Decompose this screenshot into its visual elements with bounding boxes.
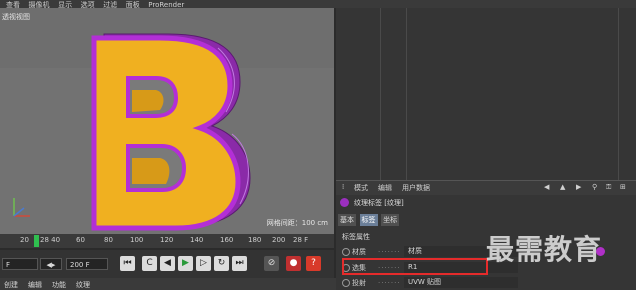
attr-menu-mode[interactable]: 模式 <box>354 183 368 193</box>
start-frame-field[interactable]: F <box>2 258 38 270</box>
bottom-menu-bar: 创建 编辑 功能 纹理 <box>0 278 336 290</box>
tab-coordinates[interactable]: 坐标 <box>381 214 400 226</box>
row-projection: 投射 ....... UVW 贴图 <box>338 277 634 289</box>
top-menu-bar: 查看 摄像机 显示 选项 过滤 面板 ProRender <box>0 0 636 9</box>
tag-title: 纹理标签 [纹理] <box>354 199 404 207</box>
panel-divider <box>380 8 381 180</box>
forward-arrow-icon[interactable]: ▶ <box>576 183 581 191</box>
timeline-tick: 60 <box>76 236 85 244</box>
prev-key-icon[interactable]: C <box>142 256 157 271</box>
material-sphere-icon <box>340 198 349 207</box>
attr-menu-userdata[interactable]: 用户数据 <box>402 183 430 193</box>
end-frame-field[interactable]: 200 F <box>66 258 108 270</box>
prev-frame-icon[interactable]: ◀ <box>160 256 175 271</box>
record-key-icon[interactable]: ● <box>286 256 301 271</box>
row-label: 材质 <box>352 248 366 256</box>
keyframe-radio[interactable] <box>342 248 350 256</box>
projection-dropdown[interactable]: UVW 贴图 <box>404 277 518 288</box>
search-icon[interactable]: ⚲ <box>592 183 597 191</box>
current-frame-readout: 28 F <box>293 236 309 244</box>
timeline-tick: 20 <box>20 236 29 244</box>
menu-edit[interactable]: 编辑 <box>28 280 42 290</box>
up-arrow-icon[interactable]: ▲ <box>560 183 565 191</box>
section-title: 标签属性 <box>342 233 370 241</box>
viewport-scene <box>0 33 334 234</box>
viewport[interactable]: 透视视图 网格间距：100 cm <box>0 8 334 234</box>
timeline-tick: 28 40 <box>40 236 61 244</box>
menu-texture[interactable]: 纹理 <box>76 280 90 290</box>
next-frame-icon[interactable]: ▷ <box>196 256 211 271</box>
frame-stepper[interactable]: ◀▸ <box>40 258 62 270</box>
menu-function[interactable]: 功能 <box>52 280 66 290</box>
highlight-box <box>342 258 488 275</box>
keyframe-radio[interactable] <box>342 279 350 287</box>
help-icon[interactable]: ? <box>306 256 321 271</box>
attr-menu-edit[interactable]: 编辑 <box>378 183 392 193</box>
panel-divider <box>618 8 619 180</box>
row-dots: ....... <box>378 277 401 285</box>
grid-spacing-readout: 网格间距：100 cm <box>266 219 328 227</box>
tag-tabs: 基本 标签 坐标 <box>338 214 400 226</box>
row-label: 投射 <box>352 279 366 287</box>
timeline-tick: 160 <box>220 236 234 244</box>
panel-divider <box>406 8 407 180</box>
viewport-label: 透视视图 <box>2 13 30 21</box>
play-icon[interactable]: ▶ <box>178 256 193 271</box>
timeline-tick: 120 <box>160 236 174 244</box>
go-to-end-icon[interactable]: ⏭ <box>232 256 247 271</box>
timeline-tick: 100 <box>130 236 144 244</box>
timeline-tick: 180 <box>248 236 262 244</box>
lock-icon[interactable]: ⚿ <box>606 183 611 192</box>
attribute-toolbar: ⁞ 模式 编辑 用户数据 ◀ ▲ ▶ ⚲ ⚿ ⊞ <box>336 180 636 195</box>
timeline[interactable]: 20 28 40 60 80 100 120 140 160 180 200 <box>0 234 334 248</box>
next-key-icon[interactable]: ↻ <box>214 256 229 271</box>
new-panel-icon[interactable]: ⊞ <box>620 183 626 191</box>
timeline-tick: 140 <box>190 236 204 244</box>
record-mode-icon[interactable]: ⊘ <box>264 256 279 271</box>
grip-icon: ⁞ <box>342 183 345 191</box>
row-dots: ....... <box>378 246 401 254</box>
menu-create[interactable]: 创建 <box>4 280 18 290</box>
tab-basic[interactable]: 基本 <box>338 214 356 226</box>
watermark: 最需教育 <box>486 233 603 266</box>
timeline-tick: 80 <box>104 236 113 244</box>
timeline-tick: 200 <box>272 236 286 244</box>
tag-header: 纹理标签 [纹理] <box>336 196 636 210</box>
back-arrow-icon[interactable]: ◀ <box>544 183 549 191</box>
go-to-start-icon[interactable]: ⏮ <box>120 256 135 271</box>
timeline-playhead[interactable] <box>34 235 39 247</box>
tab-tag[interactable]: 标签 <box>359 214 378 226</box>
